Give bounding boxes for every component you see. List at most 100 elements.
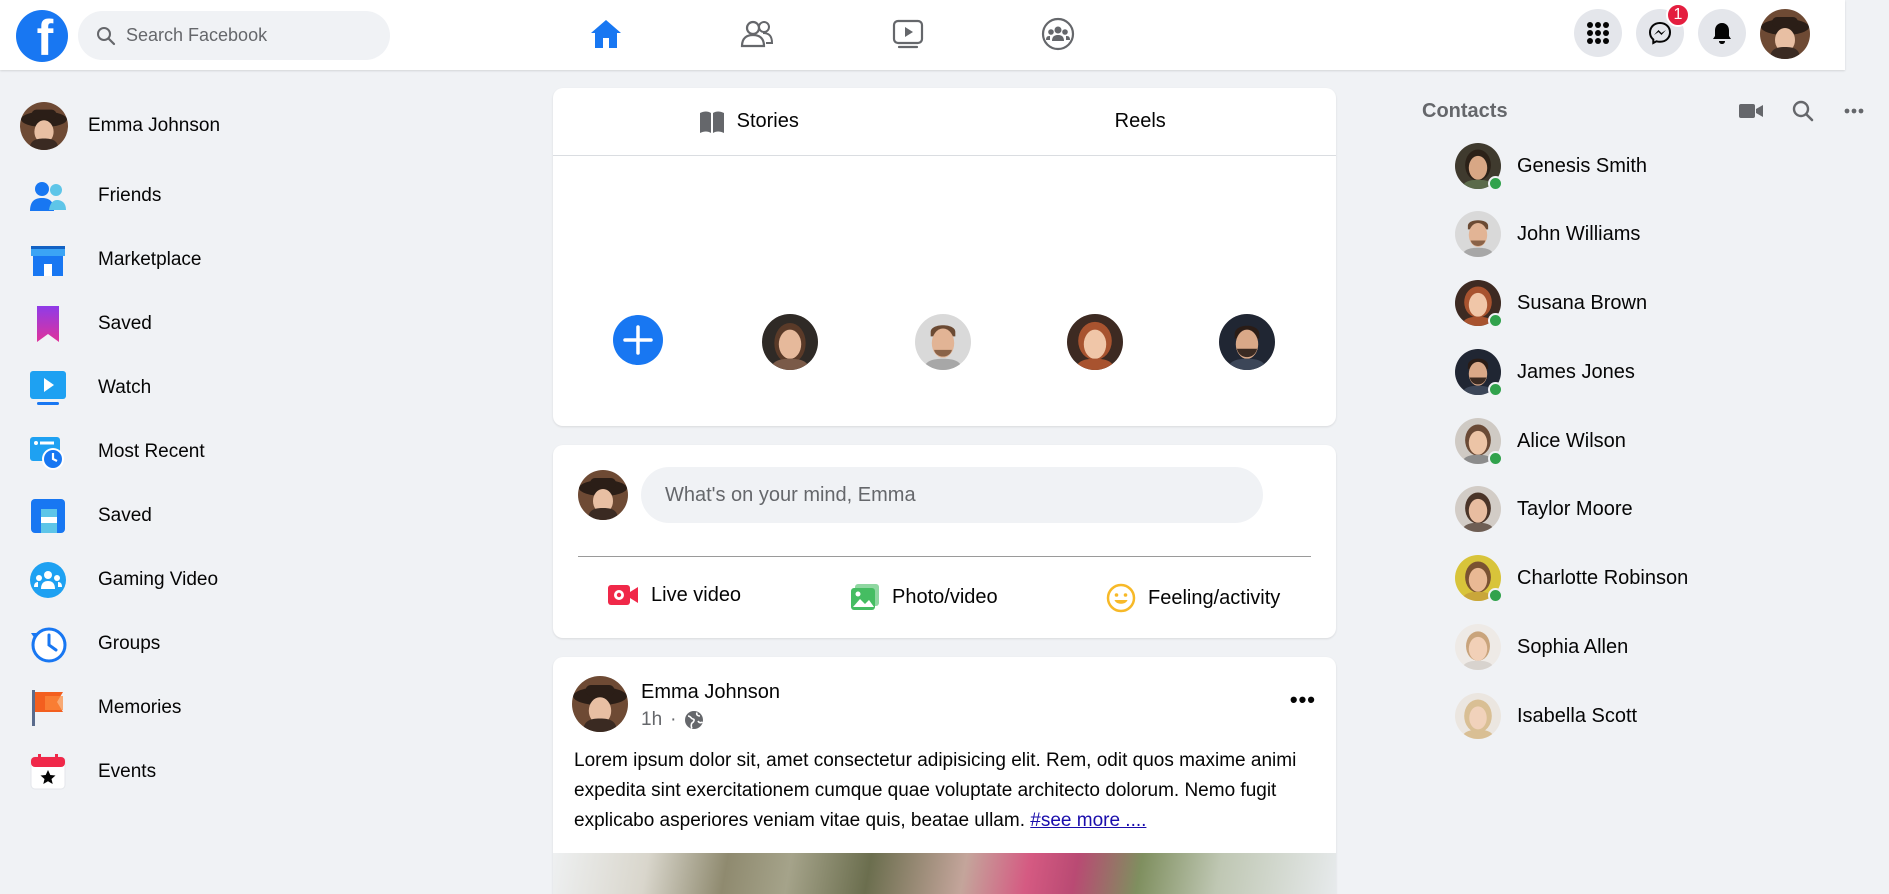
memories-icon (32, 690, 63, 726)
avatar (1455, 624, 1501, 670)
globe-icon (685, 711, 704, 729)
notifications-button[interactable] (1698, 9, 1746, 57)
feeling-activity-button[interactable]: Feeling/activity (1106, 583, 1280, 613)
messenger-button[interactable]: 1 (1636, 3, 1690, 57)
online-indicator (1488, 176, 1503, 191)
search-input[interactable] (126, 25, 366, 46)
sidebar-item-saved-feed[interactable]: Saved (20, 484, 420, 548)
nav-groups[interactable] (1036, 14, 1080, 54)
facebook-logo[interactable]: f (16, 10, 68, 62)
contact-item[interactable]: Charlotte Robinson (1455, 554, 1688, 603)
post-time[interactable]: 1h (641, 709, 662, 731)
story-avatar[interactable] (915, 314, 971, 370)
create-story-button[interactable] (612, 314, 668, 370)
video-camera-icon (1739, 104, 1763, 118)
more-options-icon (1844, 108, 1864, 114)
contact-item[interactable]: Genesis Smith (1455, 142, 1647, 191)
avatar (20, 102, 68, 150)
sidebar-item-groups[interactable]: Groups (20, 612, 420, 676)
online-indicator (1488, 382, 1503, 397)
story-avatar[interactable] (1219, 314, 1275, 370)
messenger-icon (1648, 21, 1672, 45)
post-author[interactable]: Emma Johnson (641, 681, 780, 704)
video-call-button[interactable] (1738, 98, 1764, 124)
divider (578, 556, 1311, 557)
messenger-badge: 1 (1666, 3, 1690, 27)
stories-card: Stories Reels (553, 88, 1336, 426)
sidebar-item-label: Events (98, 761, 157, 782)
tab-stories[interactable]: Stories (553, 88, 945, 155)
contact-name: Susana Brown (1517, 291, 1648, 314)
contacts-options-button[interactable] (1841, 98, 1867, 124)
post-text: Lorem ipsum dolor sit, amet consectetur … (574, 750, 1297, 831)
post-options-button[interactable]: ••• (1290, 687, 1316, 713)
contact-item[interactable]: Alice Wilson (1455, 417, 1626, 466)
marketplace-icon (31, 246, 65, 276)
contact-name: Alice Wilson (1517, 429, 1626, 452)
sidebar-item-marketplace[interactable]: Marketplace (20, 228, 420, 292)
groups-clock-icon (31, 627, 67, 663)
book-icon (699, 111, 724, 133)
search-icon (97, 26, 116, 45)
live-video-button[interactable]: Live video (607, 583, 741, 607)
contact-name: Taylor Moore (1517, 497, 1633, 520)
sidebar-item-label: Saved (98, 505, 152, 526)
avatar (1760, 9, 1810, 59)
post-avatar[interactable] (572, 676, 628, 732)
contact-item[interactable]: Isabella Scott (1455, 692, 1637, 740)
contact-item[interactable]: Susana Brown (1455, 279, 1648, 328)
feeling-icon (1106, 583, 1136, 613)
menu-button[interactable] (1574, 9, 1622, 57)
avatar (578, 470, 628, 520)
bookmark-icon (37, 306, 59, 342)
sidebar-item-label: Memories (98, 697, 182, 718)
nav-friends[interactable] (735, 14, 779, 54)
see-more-link[interactable]: #see more .... (1030, 810, 1146, 831)
photo-video-button[interactable]: Photo/video (850, 583, 998, 611)
post-image[interactable] (553, 853, 1336, 894)
watch-icon (892, 19, 924, 49)
story-avatar[interactable] (762, 314, 818, 370)
sidebar-item-label: Marketplace (98, 249, 202, 270)
photo-icon (851, 584, 879, 610)
sidebar-item-saved[interactable]: Saved (20, 292, 420, 356)
search-icon (1792, 100, 1814, 122)
sidebar-item-gaming-video[interactable]: Gaming Video (20, 548, 420, 612)
sidebar-profile[interactable]: Emma Johnson (20, 96, 420, 156)
live-video-icon (608, 585, 638, 605)
composer-input[interactable]: What's on your mind, Emma (641, 467, 1263, 523)
contact-name: Isabella Scott (1517, 704, 1638, 727)
search-bar[interactable] (78, 11, 390, 60)
sidebar-item-most-recent[interactable]: Most Recent (20, 420, 420, 484)
saved-feed-icon (31, 499, 65, 533)
friends-icon (740, 20, 774, 48)
plus-icon (613, 315, 663, 365)
tab-reels[interactable]: Reels (945, 88, 1337, 155)
sidebar-item-events[interactable]: Events (20, 740, 420, 804)
feed-post: Emma Johnson 1h · ••• Lorem ipsum dolor … (553, 657, 1336, 894)
menu-grid-icon (1587, 22, 1609, 44)
post-composer: What's on your mind, Emma Live video Pho… (553, 445, 1336, 638)
contact-item[interactable]: Taylor Moore (1455, 485, 1633, 533)
sidebar-item-memories[interactable]: Memories (20, 676, 420, 740)
online-indicator (1488, 588, 1503, 603)
sidebar-item-label: Saved (98, 313, 152, 334)
composer-avatar (578, 470, 628, 520)
contact-item[interactable]: John Williams (1455, 210, 1640, 258)
sidebar-item-friends[interactable]: Friends (20, 164, 420, 228)
story-avatar[interactable] (1067, 314, 1123, 370)
sidebar-item-label: Most Recent (98, 441, 205, 462)
contacts-search-button[interactable] (1790, 98, 1816, 124)
contact-item[interactable]: Sophia Allen (1455, 623, 1628, 671)
contact-item[interactable]: James Jones (1455, 348, 1635, 397)
friends-icon (30, 182, 66, 211)
nav-watch[interactable] (886, 14, 930, 54)
account-avatar[interactable] (1760, 9, 1810, 59)
bell-icon (1713, 23, 1731, 44)
avatar (915, 314, 971, 370)
nav-home[interactable] (584, 14, 628, 54)
avatar (762, 314, 818, 370)
sidebar-item-label: Watch (98, 377, 152, 398)
sidebar-item-watch[interactable]: Watch (20, 356, 420, 420)
contact-name: John Williams (1517, 222, 1641, 245)
